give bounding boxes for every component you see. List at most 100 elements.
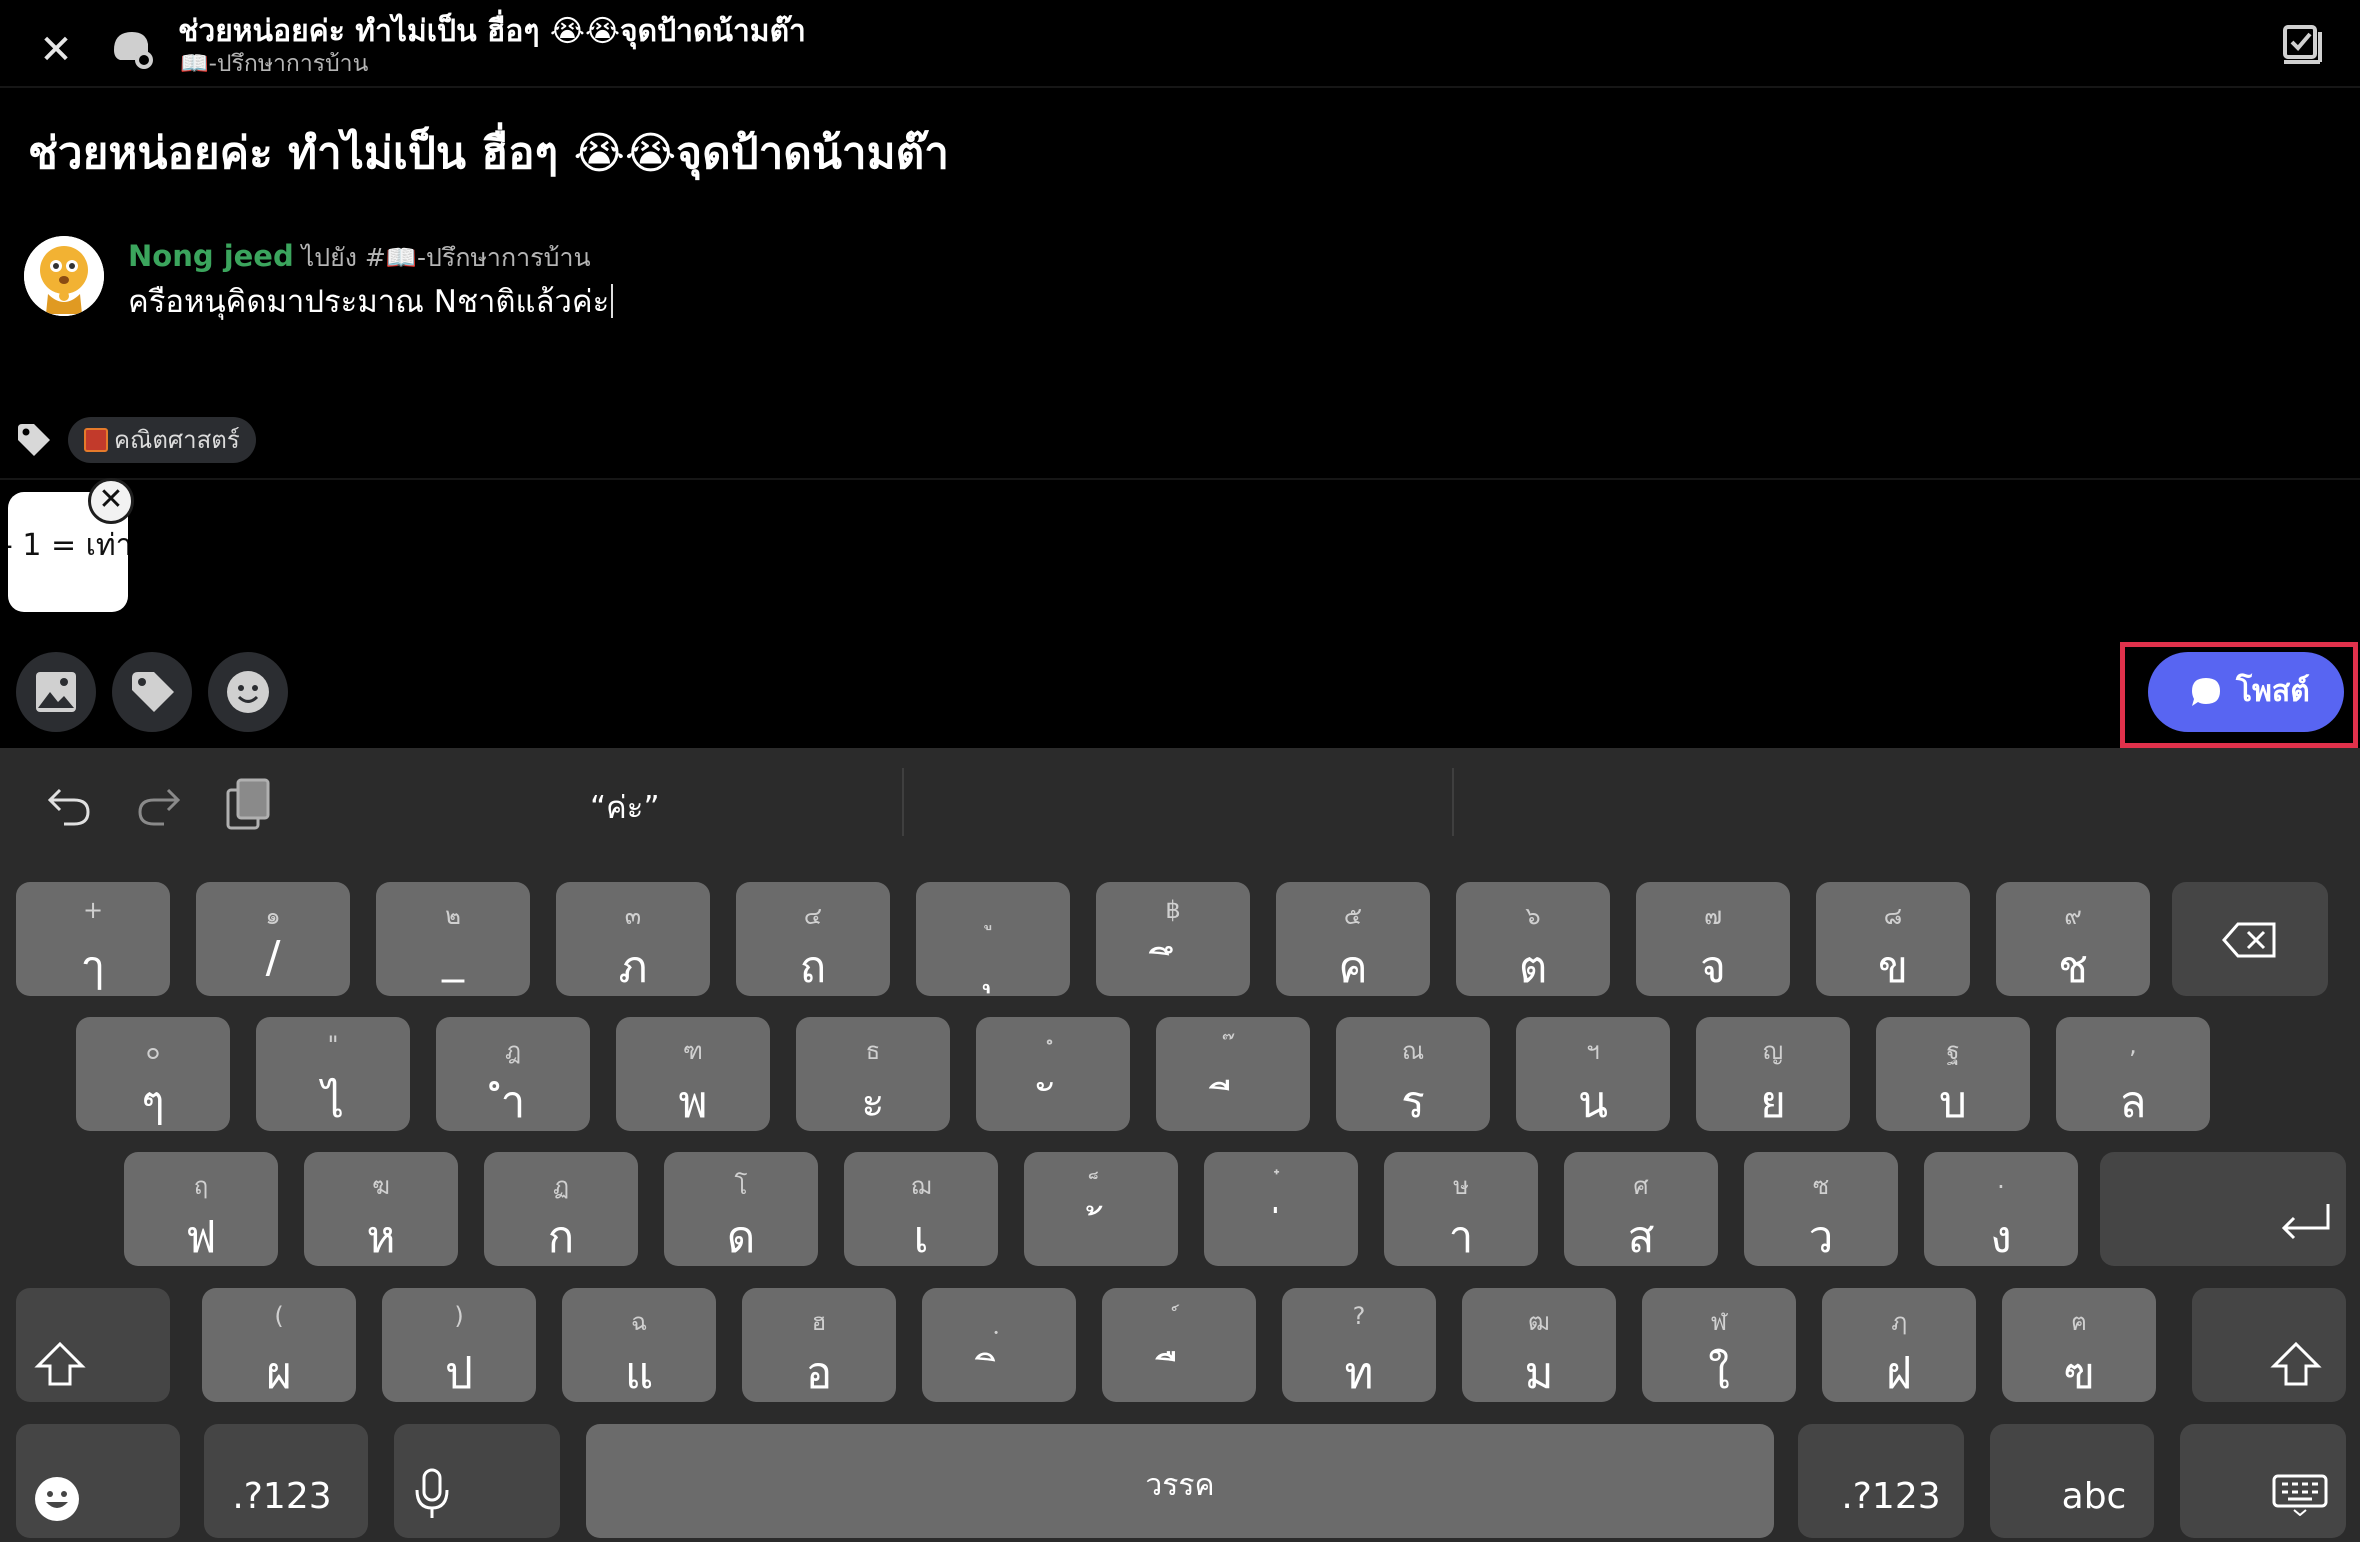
key-row3-6[interactable]: ๋่: [1204, 1152, 1358, 1266]
key-row1-0[interactable]: + ๅ: [16, 882, 170, 996]
close-button[interactable]: ✕: [28, 22, 84, 78]
key-row4-7[interactable]: ฒม: [1462, 1288, 1616, 1402]
key-character: ท: [1344, 1348, 1374, 1399]
key-hint: ณ: [1401, 1037, 1425, 1065]
key-row1-2[interactable]: ๒ _: [376, 882, 530, 996]
hide-keyboard-key[interactable]: [2180, 1424, 2346, 1538]
microphone-key[interactable]: [394, 1424, 560, 1538]
key-row4-8[interactable]: ฬใ: [1642, 1288, 1796, 1402]
key-row2-0[interactable]: ๐ๆ: [76, 1017, 230, 1131]
space-key[interactable]: วรรค: [586, 1424, 1774, 1538]
key-row3-2[interactable]: ฏก: [484, 1152, 638, 1266]
message-input[interactable]: ครือหนุคิดมาประมาณ Nชาติแล้วค่ะ: [128, 276, 614, 326]
key-hint: ฉ: [630, 1308, 648, 1336]
key-hint: ๓: [624, 902, 642, 930]
key-character: ข: [1877, 942, 1909, 993]
post-button[interactable]: โพสต์: [2148, 652, 2344, 732]
key-character: ๅ: [82, 942, 104, 993]
key-row4-5[interactable]: ์ื: [1102, 1288, 1256, 1402]
key-row2-5[interactable]: ํั: [976, 1017, 1130, 1131]
remove-attachment-button[interactable]: ✕: [88, 478, 134, 524]
key-row3-5[interactable]: ็้: [1024, 1152, 1178, 1266]
add-tag-button[interactable]: [112, 652, 192, 732]
key-character: ป: [445, 1348, 473, 1399]
chat-bubble-icon: [2192, 678, 2220, 706]
key-row2-3[interactable]: ฑพ: [616, 1017, 770, 1131]
key-hint: ธ: [865, 1037, 881, 1065]
key-hint: ฺ: [922, 1302, 1076, 1341]
key-hint: ฅ: [2070, 1308, 2088, 1336]
emoji-key[interactable]: [16, 1424, 180, 1538]
key-row1-5[interactable]: ูุ: [916, 882, 1070, 996]
key-row1-6[interactable]: ฿ึ: [1096, 882, 1250, 996]
key-character: บ: [1939, 1077, 1967, 1128]
key-hint: ๖: [1525, 902, 1541, 930]
key-row3-7[interactable]: ษา: [1384, 1152, 1538, 1266]
key-row3-10[interactable]: .ง: [1924, 1152, 2078, 1266]
key-hint: (: [274, 1302, 284, 1330]
key-row1-10[interactable]: ๘ข: [1816, 882, 1970, 996]
key-row1-9[interactable]: ๗จ: [1636, 882, 1790, 996]
key-row4-2[interactable]: ฉแ: [562, 1288, 716, 1402]
key-row1-8[interactable]: ๖ต: [1456, 882, 1610, 996]
return-key[interactable]: [2100, 1152, 2346, 1266]
redo-icon[interactable]: [134, 780, 184, 834]
key-row4-9[interactable]: ฦฝ: [1822, 1288, 1976, 1402]
key-row1-4[interactable]: ๔ถ: [736, 882, 890, 996]
key-row4-1[interactable]: ) ป: [382, 1288, 536, 1402]
clipboard-icon[interactable]: [224, 776, 274, 836]
message-text: ครือหนุคิดมาประมาณ Nชาติแล้วค่ะ: [128, 284, 610, 320]
key-hint: ๗: [1703, 902, 1723, 930]
key-character: ต: [1518, 942, 1548, 993]
key-character: พ: [678, 1077, 708, 1128]
key-row1-7[interactable]: ๕ค: [1276, 882, 1430, 996]
key-hint: ฿: [1165, 896, 1181, 924]
key-row2-10[interactable]: ฐบ: [1876, 1017, 2030, 1131]
key-row3-8[interactable]: ศส: [1564, 1152, 1718, 1266]
key-character: ี: [1156, 1067, 1310, 1137]
key-row2-9[interactable]: ญย: [1696, 1017, 1850, 1131]
key-row2-11[interactable]: ,ล: [2056, 1017, 2210, 1131]
key-row2-7[interactable]: ณร: [1336, 1017, 1490, 1131]
key-row3-4[interactable]: ฌเ: [844, 1152, 998, 1266]
header-channel: 📖-ปรึกษาการบ้าน: [180, 51, 369, 77]
shift-key-right[interactable]: [2192, 1288, 2346, 1402]
tag-chip-math[interactable]: คณิตศาสตร์: [68, 417, 256, 463]
key-row3-0[interactable]: ฤฟ: [124, 1152, 278, 1266]
author-name[interactable]: Nong jeed: [128, 239, 294, 273]
key-row1-11[interactable]: ๙ช: [1996, 882, 2150, 996]
suggestion-word[interactable]: “ค่ะ”: [590, 782, 670, 832]
key-hint: ฤ: [193, 1172, 209, 1200]
key-hint: ,: [2129, 1031, 2137, 1059]
numbers-key-right[interactable]: .?123: [1798, 1424, 1964, 1538]
key-row2-1[interactable]: " ไ: [256, 1017, 410, 1131]
add-image-button[interactable]: [16, 652, 96, 732]
key-row1-3[interactable]: ๓ภ: [556, 882, 710, 996]
key-row4-0[interactable]: (ผ: [202, 1288, 356, 1402]
numbers-key-left[interactable]: .?123: [204, 1424, 368, 1538]
shift-key-left[interactable]: [16, 1288, 170, 1402]
key-character: ฟ: [185, 1212, 217, 1263]
key-row4-10[interactable]: ฅฃ: [2002, 1288, 2156, 1402]
key-row2-2[interactable]: ฎำ: [436, 1017, 590, 1131]
key-row3-1[interactable]: ฆห: [304, 1152, 458, 1266]
key-row2-6[interactable]: ๊ี: [1156, 1017, 1310, 1131]
key-row3-3[interactable]: โด: [664, 1152, 818, 1266]
key-row3-9[interactable]: ซว: [1744, 1152, 1898, 1266]
key-character: ุ: [916, 932, 1070, 1002]
undo-icon[interactable]: [44, 780, 94, 834]
emoji-button[interactable]: [208, 652, 288, 732]
abc-key[interactable]: abc: [1990, 1424, 2154, 1538]
key-row1-1[interactable]: ๑/: [196, 882, 350, 996]
key-hint: ฎ: [504, 1037, 522, 1065]
checklist-icon[interactable]: [2280, 22, 2326, 68]
key-row2-4[interactable]: ธะ: [796, 1017, 950, 1131]
key-row4-6[interactable]: ? ท: [1282, 1288, 1436, 1402]
key-row2-8[interactable]: ฯน: [1516, 1017, 1670, 1131]
key-row4-4[interactable]: ฺิ: [922, 1288, 1076, 1402]
key-character: ั: [976, 1067, 1130, 1137]
key-hint: ษ: [1453, 1172, 1469, 1200]
key-row4-3[interactable]: ฮอ: [742, 1288, 896, 1402]
avatar[interactable]: [24, 236, 104, 316]
backspace-key[interactable]: [2172, 882, 2328, 996]
